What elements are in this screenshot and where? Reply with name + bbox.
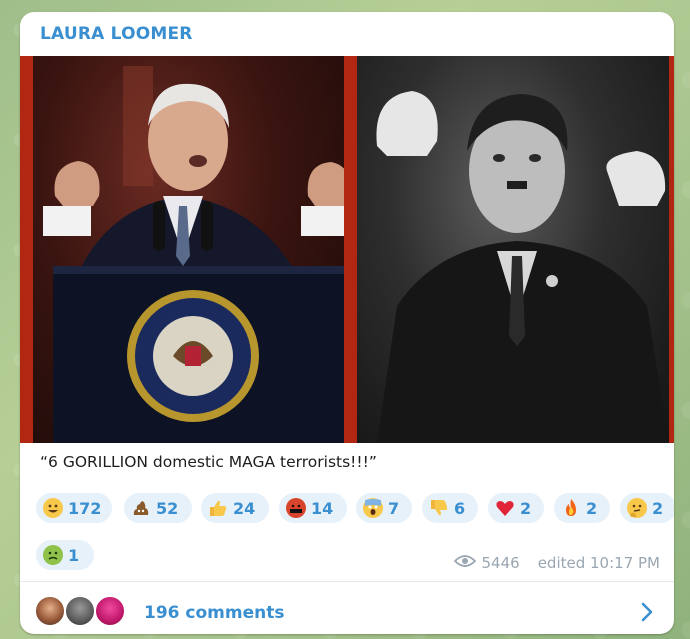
grinning-face-icon [43,498,63,518]
channel-post: LAURA LOOMER “6 GORILLION domestic MAGA … [20,12,674,634]
reaction-thumbs-down[interactable]: 6 [422,493,478,523]
reaction-cursing[interactable]: 14 [279,493,347,523]
reaction-thumbs-up[interactable]: 24 [201,493,269,523]
reaction-count: 2 [652,498,664,518]
reaction-thinking[interactable]: 2 [620,493,674,523]
reaction-nauseated[interactable]: 1 [36,540,94,570]
thinking-face-icon [627,498,647,518]
edited-time: edited 10:17 PM [537,554,660,572]
comments-count: 196 comments [144,603,285,623]
comments-button[interactable]: 196 comments [20,582,674,634]
reaction-count: 172 [68,498,102,518]
reaction-count: 1 [68,545,80,565]
nauseated-face-icon [43,545,63,565]
post-caption: “6 GORILLION domestic MAGA terrorists!!!… [40,453,377,471]
chevron-right-icon [636,601,658,623]
thumbs-down-icon [429,498,449,518]
reaction-count: 2 [520,498,532,518]
reaction-count: 14 [311,498,334,518]
reaction-count: 2 [586,498,598,518]
commenter-avatars [34,595,134,629]
photo-left [33,56,344,443]
reaction-poo[interactable]: 52 [124,493,192,523]
view-count: 5446 [481,554,520,572]
fire-icon [561,498,581,518]
thumbs-up-icon [208,498,228,518]
reaction-count: 24 [233,498,256,518]
reaction-screaming[interactable]: 7 [356,493,412,523]
podium-speaker-illustration [43,66,344,443]
avatar [64,595,96,627]
reaction-fire[interactable]: 2 [554,493,610,523]
screaming-face-icon [363,498,383,518]
avatar [34,595,66,627]
reaction-heart[interactable]: 2 [488,493,544,523]
photo-right [357,56,669,443]
reaction-grinning[interactable]: 172 [36,493,112,523]
bw-portrait-illustration [376,91,669,443]
red-heart-icon [495,498,515,518]
reaction-count: 7 [388,498,400,518]
post-media[interactable] [20,56,674,443]
reaction-count: 6 [454,498,466,518]
reaction-count: 52 [156,498,179,518]
channel-name[interactable]: LAURA LOOMER [40,24,193,44]
eye-icon [453,554,476,572]
cursing-face-icon [286,498,306,518]
post-meta: 5446 edited 10:17 PM [453,554,660,572]
pile-of-poo-icon [131,498,151,518]
avatar [94,595,126,627]
